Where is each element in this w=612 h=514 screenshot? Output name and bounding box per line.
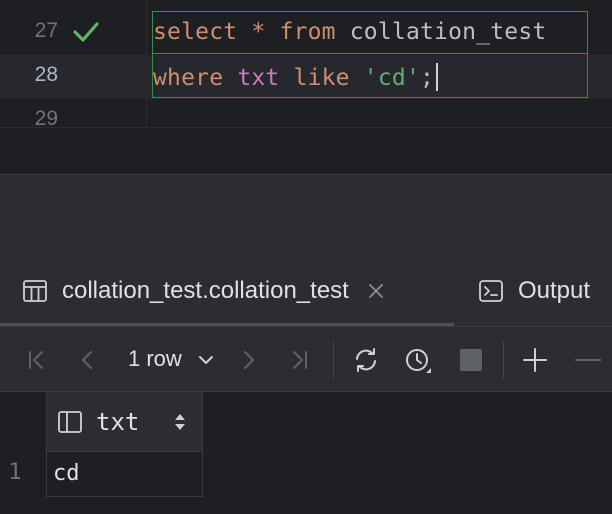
- tab-results[interactable]: collation_test.collation_test: [22, 256, 385, 326]
- results-toolbar: 1 row: [0, 327, 612, 391]
- cell-value: cd: [53, 461, 80, 486]
- history-icon[interactable]: [401, 343, 435, 377]
- refresh-icon[interactable]: [349, 343, 383, 377]
- statement-outline: [152, 53, 588, 98]
- gutter-divider: [146, 0, 147, 127]
- toolbar-divider: [503, 341, 504, 379]
- editor-bottom-area: [0, 128, 612, 174]
- last-page-icon[interactable]: [282, 343, 316, 377]
- tab-output[interactable]: Output: [478, 256, 590, 326]
- sort-icon[interactable]: [173, 412, 187, 432]
- table-icon: [23, 280, 47, 302]
- chevron-down-icon[interactable]: [196, 350, 216, 370]
- prev-page-icon[interactable]: [70, 343, 104, 377]
- console-icon: [479, 280, 503, 302]
- line-number: 27: [34, 19, 58, 42]
- line-number: 29: [34, 107, 58, 127]
- column-header-txt[interactable]: txt: [46, 392, 203, 452]
- toolbar-divider: [333, 341, 334, 379]
- statement-outline: [152, 11, 588, 54]
- first-page-icon[interactable]: [20, 343, 54, 377]
- row-number-column: [0, 392, 46, 514]
- tab-label: Output: [518, 277, 591, 304]
- column-icon: [58, 411, 82, 433]
- add-row-icon[interactable]: [518, 343, 552, 377]
- check-icon[interactable]: [72, 19, 100, 45]
- stop-icon[interactable]: [453, 343, 487, 377]
- tab-label: collation_test.collation_test: [62, 277, 349, 304]
- next-page-icon[interactable]: [232, 343, 266, 377]
- row-number[interactable]: 1: [0, 460, 30, 485]
- table-cell[interactable]: cd: [46, 452, 203, 497]
- editor-line-29[interactable]: 29: [0, 99, 612, 127]
- close-icon[interactable]: [367, 282, 385, 300]
- row-count-dropdown[interactable]: 1 row: [128, 346, 182, 372]
- column-name: txt: [96, 408, 140, 436]
- remove-row-icon[interactable]: [570, 343, 604, 377]
- sql-editor[interactable]: 27 select * from collation_test 28 where…: [0, 0, 612, 127]
- line-number: 28: [34, 63, 58, 86]
